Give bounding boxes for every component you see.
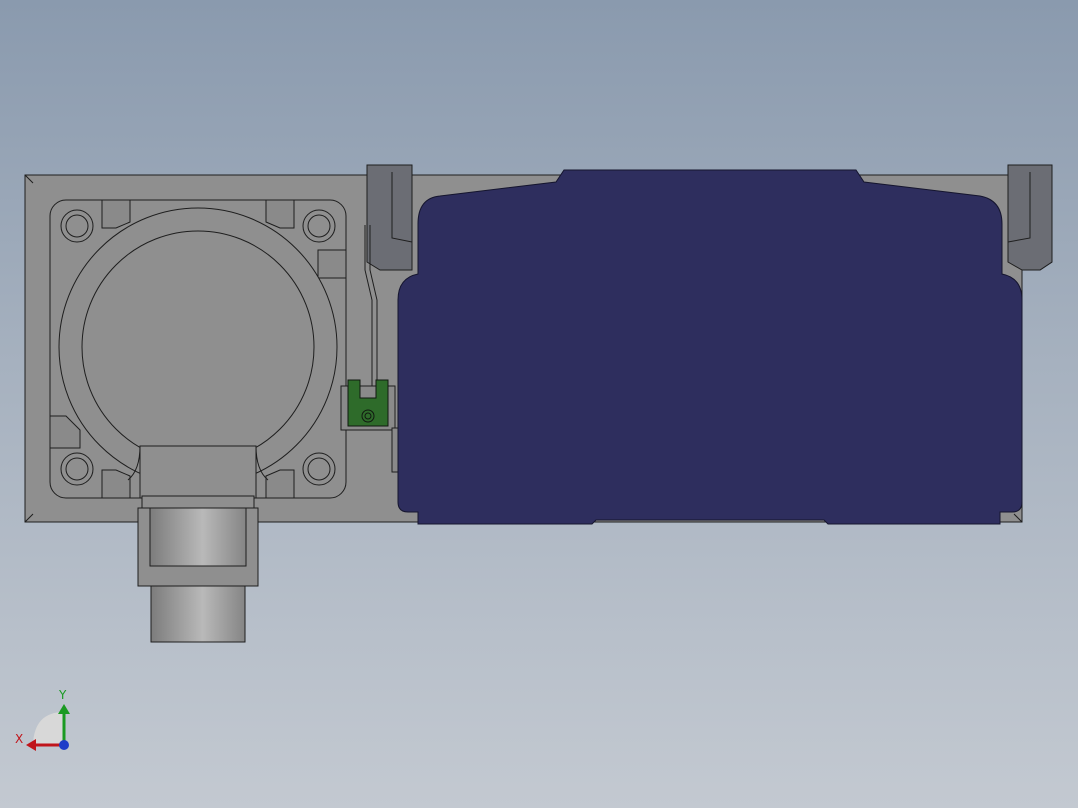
cad-model[interactable] [0,0,1078,808]
y-axis-label: Y [59,688,67,702]
axis-triad [26,704,70,751]
cable-gland [137,495,259,643]
y-axis-arrowhead [58,704,70,714]
z-axis-dot [59,740,69,750]
sensor-head [49,199,347,499]
x-axis-label: X [15,732,24,746]
body-cover [397,169,1023,525]
triad-plane-icon [33,712,64,745]
x-axis-arrowhead [26,739,36,751]
graphics-viewport[interactable]: Y X [0,0,1078,808]
